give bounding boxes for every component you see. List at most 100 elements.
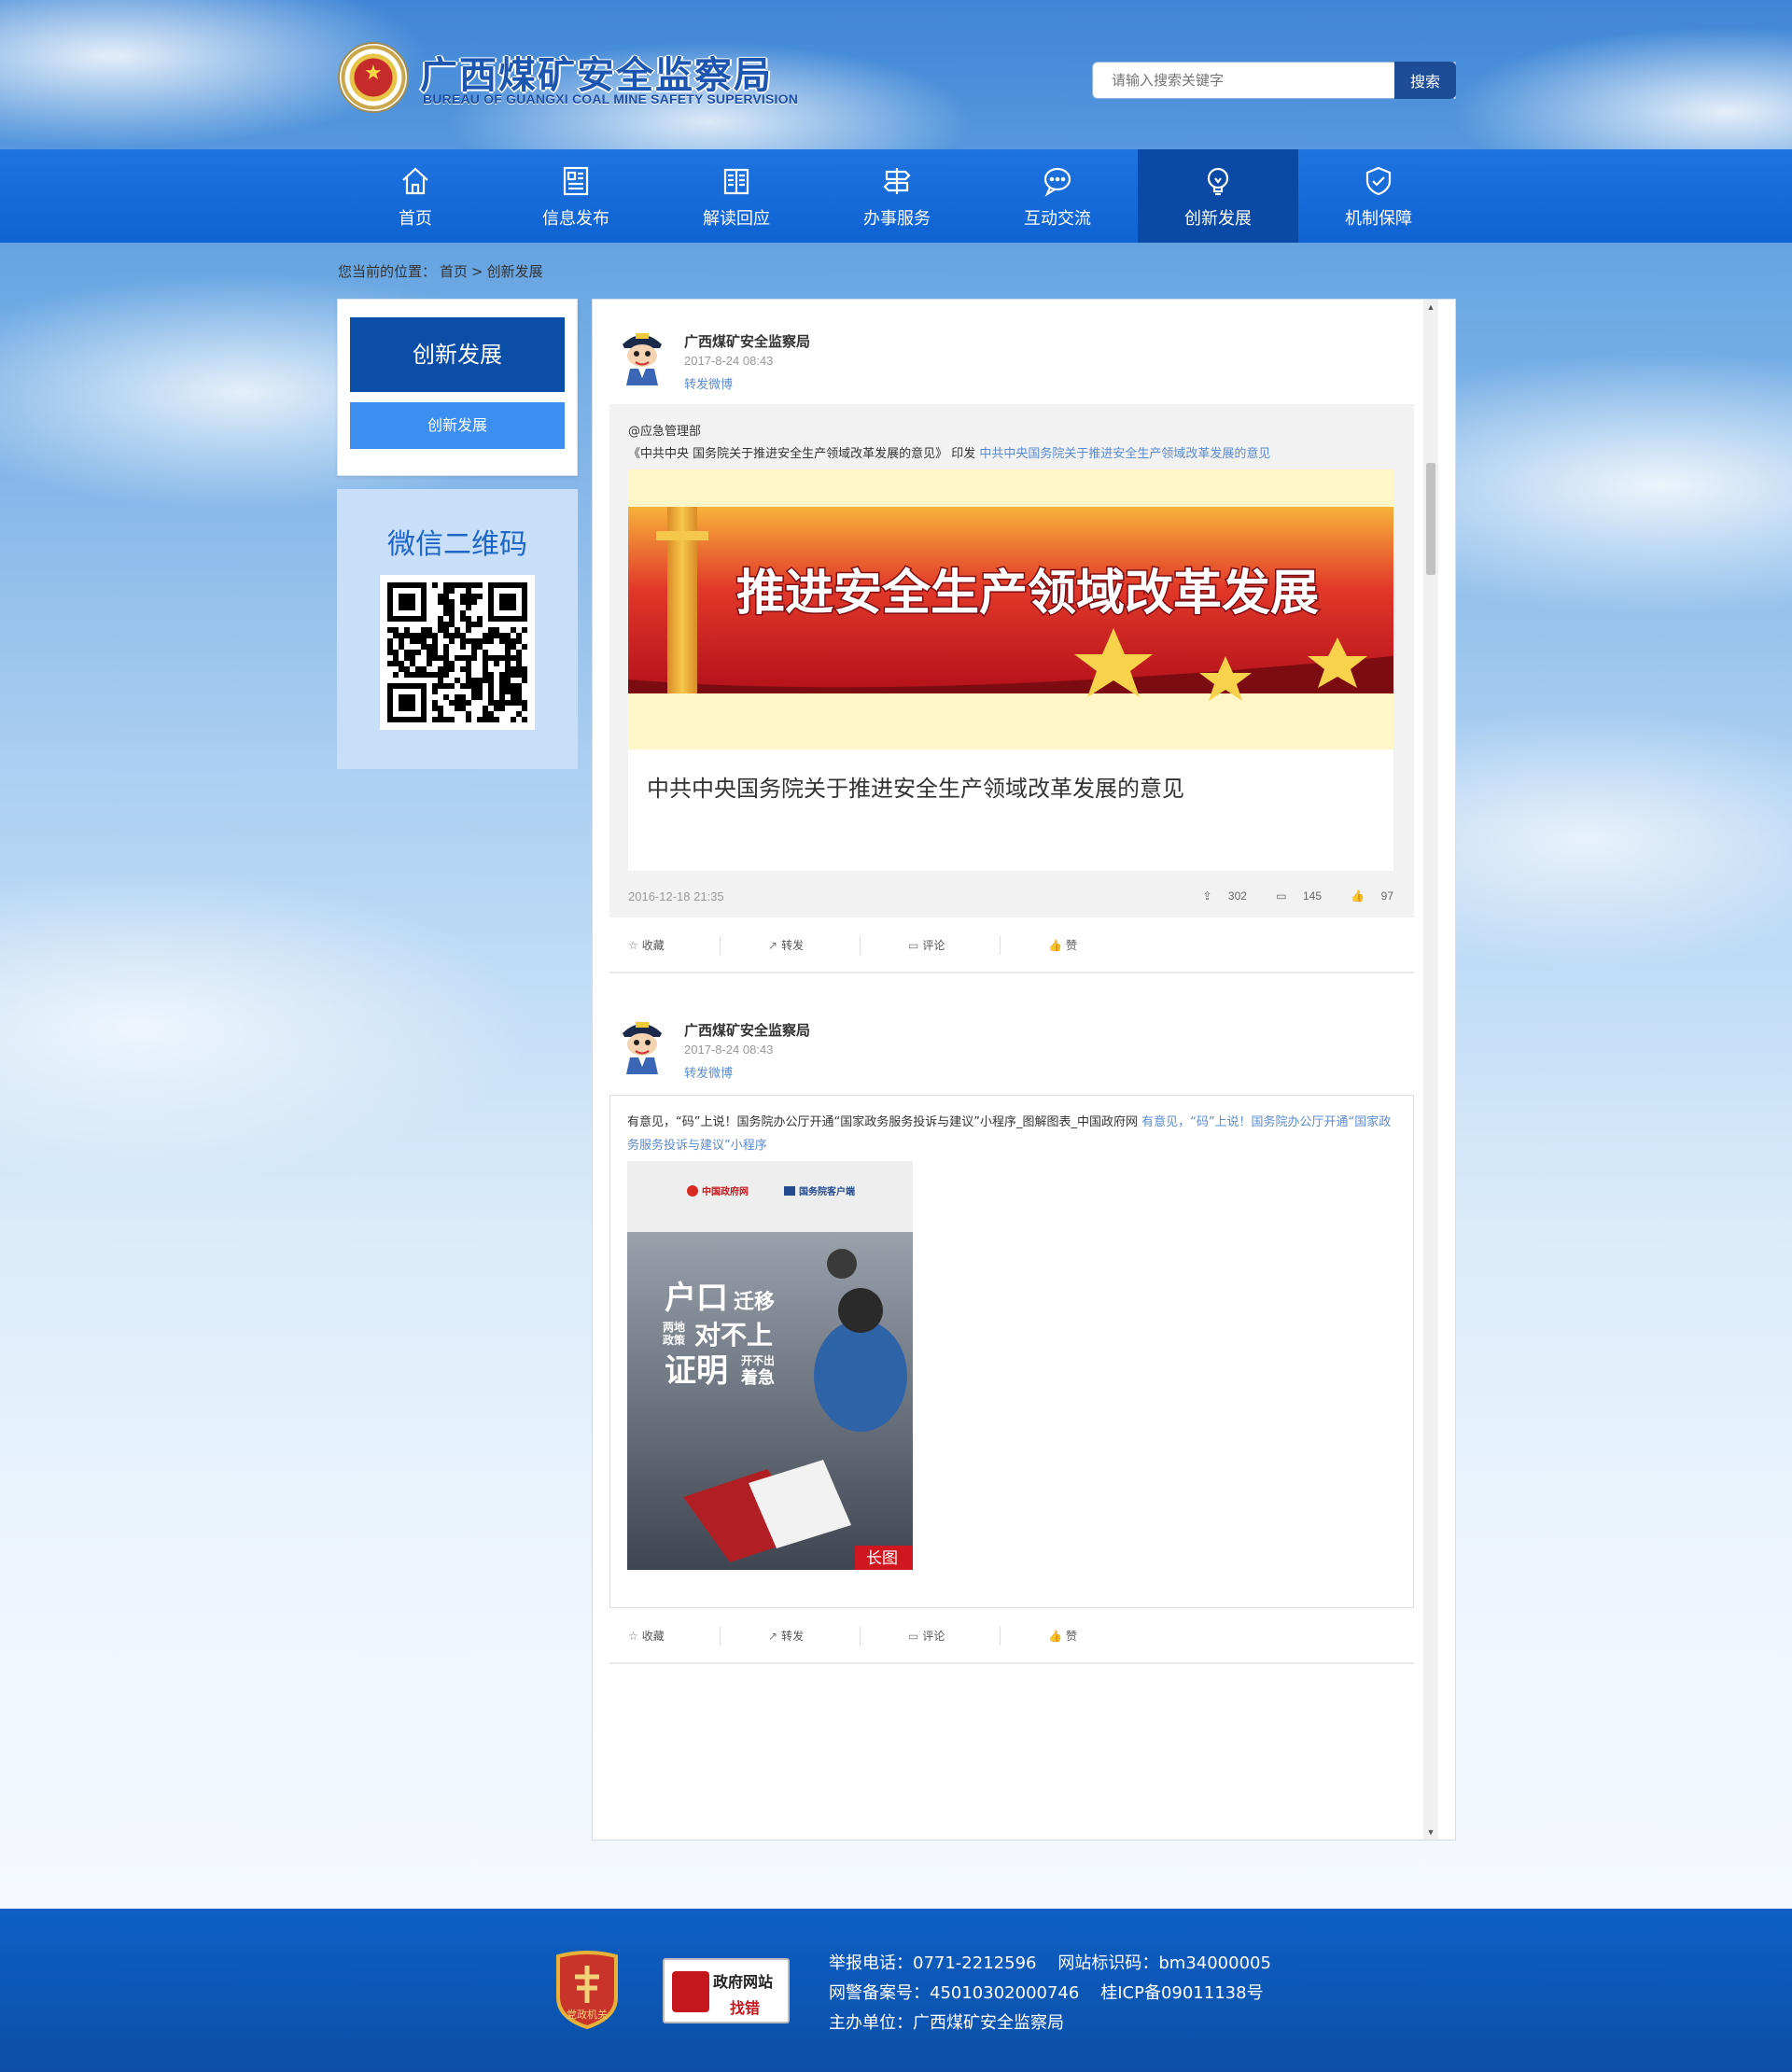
chat-icon <box>1043 167 1071 197</box>
long-image-thumbnail[interactable]: 中国政府网 国务院客户端 户口 迁移 两地 政策 对不上 证明 开不出 着急 长… <box>627 1161 913 1570</box>
favorite-button[interactable]: ☆ 收藏 <box>609 917 749 973</box>
repost-text-body: 《中共中央 国务院关于推进安全生产领域改革发展的意见》 印发 <box>628 447 980 461</box>
search-button[interactable]: 搜索 <box>1394 62 1456 99</box>
image-headline-2a: 两地 <box>663 1320 685 1334</box>
image-logo-left: 中国政府网 <box>702 1185 749 1197</box>
image-headline-3a: 证明 <box>665 1352 728 1390</box>
repost-date: 2016-12-18 21:35 <box>628 889 724 903</box>
nav-label: 解读回应 <box>703 209 770 229</box>
article-card-title[interactable]: 中共中央国务院关于推进安全生产领域改革发展的意见 <box>647 770 1184 803</box>
star-icon: ☆ <box>628 1630 638 1643</box>
share-icon: ⇪ <box>1202 889 1212 903</box>
divider <box>1000 936 1001 955</box>
post-author[interactable]: 广西煤矿安全监察局 <box>684 1020 810 1040</box>
avatar[interactable] <box>609 1009 675 1074</box>
nav-item-interact[interactable]: 互动交流 <box>977 149 1138 243</box>
weibo-post: 广西煤矿安全监察局 2017-8-24 08:43 转发微博 @应急管理部 《中… <box>609 320 1414 973</box>
repost-block: 有意见，“码”上说！国务院办公厅开通“国家政务服务投诉与建议”小程序_图解图表_… <box>609 1095 1414 1608</box>
scroll-down-arrow-icon[interactable]: ▼ <box>1423 1825 1438 1840</box>
nav-item-service[interactable]: 办事服务 <box>817 149 977 243</box>
repost-block: @应急管理部 《中共中央 国务院关于推进安全生产领域改革发展的意见》 印发 中共… <box>609 404 1414 917</box>
breadcrumb: 您当前的位置： 首页 > 创新发展 <box>338 261 547 281</box>
emblem-logo[interactable] <box>338 42 409 113</box>
repost-author[interactable]: @应急管理部 <box>628 421 701 439</box>
breadcrumb-separator: > <box>471 263 483 280</box>
breadcrumb-home-link[interactable]: 首页 <box>440 263 468 280</box>
sidebar-item-innovation[interactable]: 创新发展 <box>350 402 565 449</box>
repost-text: 有意见，“码”上说！国务院办公厅开通“国家政务服务投诉与建议”小程序_图解图表_… <box>627 1111 1398 1157</box>
nav-item-home[interactable]: 首页 <box>335 149 496 243</box>
like-button[interactable]: 👍 赞 <box>1029 917 1169 973</box>
party-gov-badge[interactable]: 党政机关 <box>553 1951 622 2029</box>
divider <box>720 936 721 955</box>
weibo-post: 广西煤矿安全监察局 2017-8-24 08:43 转发微博 有意见，“码”上说… <box>609 1009 1414 1681</box>
post-author[interactable]: 广西煤矿安全监察局 <box>684 331 810 351</box>
image-headline-1a: 户口 <box>665 1280 728 1317</box>
nav-item-innovation[interactable]: 创新发展 <box>1138 149 1298 243</box>
divider <box>1000 1627 1001 1645</box>
comment-icon: ▭ <box>908 939 919 952</box>
image-logo-right: 国务院客户端 <box>799 1185 855 1197</box>
wechat-qr-code <box>380 575 535 730</box>
weibo-feed-panel[interactable]: 广西煤矿安全监察局 2017-8-24 08:43 转发微博 @应急管理部 《中… <box>592 299 1456 1841</box>
post-actions: ☆ 收藏 ↗ 转发 ▭ 评论 👍 赞 <box>609 917 1414 973</box>
magnifier-icon <box>672 1971 709 2012</box>
post-source[interactable]: 转发微博 <box>684 374 733 392</box>
comment-count[interactable]: ▭ 145 <box>1263 889 1322 903</box>
badge-text: 党政机关 <box>567 2008 608 2021</box>
sidebar-menu: 创新发展 创新发展 <box>337 299 578 476</box>
avatar[interactable] <box>609 320 675 385</box>
image-headline-1b: 迁移 <box>734 1290 775 1314</box>
gov-site-error-report[interactable]: 政府网站 找错 <box>663 1958 790 2023</box>
repost-link[interactable]: 中共中央国务院关于推进安全生产领域改革发展的意见 <box>979 447 1270 461</box>
comment-button[interactable]: ▭ 评论 <box>889 1608 1029 1664</box>
post-date: 2017-8-24 08:43 <box>684 354 774 368</box>
thumbs-up-icon: 👍 <box>1048 939 1062 952</box>
repost-text-body: 有意见，“码”上说！国务院办公厅开通“国家政务服务投诉与建议”小程序_图解图表_… <box>627 1115 1142 1129</box>
find-error-label: 找错 <box>730 1999 761 2017</box>
comment-icon: ▭ <box>1276 889 1287 903</box>
footer-host-line: 主办单位：广西煤矿安全监察局 <box>829 2013 1064 2033</box>
like-count-value: 97 <box>1380 889 1393 903</box>
comment-button[interactable]: ▭ 评论 <box>889 917 1029 973</box>
like-button[interactable]: 👍 赞 <box>1029 1608 1169 1664</box>
scroll-thumb[interactable] <box>1426 463 1435 575</box>
image-headline-3b: 开不出 <box>741 1353 775 1367</box>
star-icon: ☆ <box>628 939 638 952</box>
nav-label: 信息发布 <box>542 209 609 229</box>
sidebar-heading: 创新发展 <box>350 317 565 392</box>
repost-count-value: 302 <box>1227 889 1247 903</box>
site-header: 广西煤矿安全监察局 BUREAU OF GUANGXI COAL MINE SA… <box>0 0 1792 149</box>
site-subtitle: BUREAU OF GUANGXI COAL MINE SAFETY SUPER… <box>423 91 799 106</box>
wechat-panel: 微信二维码 <box>337 489 578 769</box>
breadcrumb-current[interactable]: 创新发展 <box>487 263 543 280</box>
article-card[interactable]: 推进安全生产领域改革发展 中共中央国务院关于推进安全生产领域改革发展的意见 <box>628 469 1393 871</box>
nav-item-interpret[interactable]: 解读回应 <box>656 149 817 243</box>
site-footer: 党政机关 政府网站 找错 举报电话：0771-2212596 网站标识码：bm3… <box>0 1909 1792 2072</box>
lightbulb-icon <box>1207 167 1229 196</box>
book-icon <box>723 168 749 195</box>
nav-label: 首页 <box>399 209 432 229</box>
nav-item-info[interactable]: 信息发布 <box>496 149 656 243</box>
post-source[interactable]: 转发微博 <box>684 1063 733 1081</box>
image-headline-2b: 政策 <box>663 1333 686 1347</box>
like-count[interactable]: 👍 97 <box>1337 889 1393 903</box>
scroll-up-arrow-icon[interactable]: ▲ <box>1423 300 1438 315</box>
forward-button[interactable]: ↗ 转发 <box>749 917 889 973</box>
forward-label: 转发 <box>781 1630 805 1643</box>
divider <box>860 1627 861 1645</box>
favorite-button[interactable]: ☆ 收藏 <box>609 1608 749 1664</box>
repost-stats: ⇪ 302 ▭ 145 👍 97 <box>1177 889 1394 903</box>
feed-scrollbar[interactable]: ▲ ▼ <box>1423 300 1438 1840</box>
main-nav: 首页 信息发布 解读回应 办事服务 互动交流 创新发展 机制保障 <box>0 149 1792 243</box>
forward-button[interactable]: ↗ 转发 <box>749 1608 889 1664</box>
forward-icon: ↗ <box>768 1630 778 1643</box>
repost-count[interactable]: ⇪ 302 <box>1190 889 1247 903</box>
nav-item-guarantee[interactable]: 机制保障 <box>1298 149 1459 243</box>
newspaper-icon <box>563 166 589 196</box>
home-icon <box>402 167 428 195</box>
image-headline-2c: 对不上 <box>694 1320 773 1351</box>
comment-label: 评论 <box>922 1630 945 1643</box>
divider <box>860 936 861 955</box>
wechat-title: 微信二维码 <box>387 528 527 561</box>
